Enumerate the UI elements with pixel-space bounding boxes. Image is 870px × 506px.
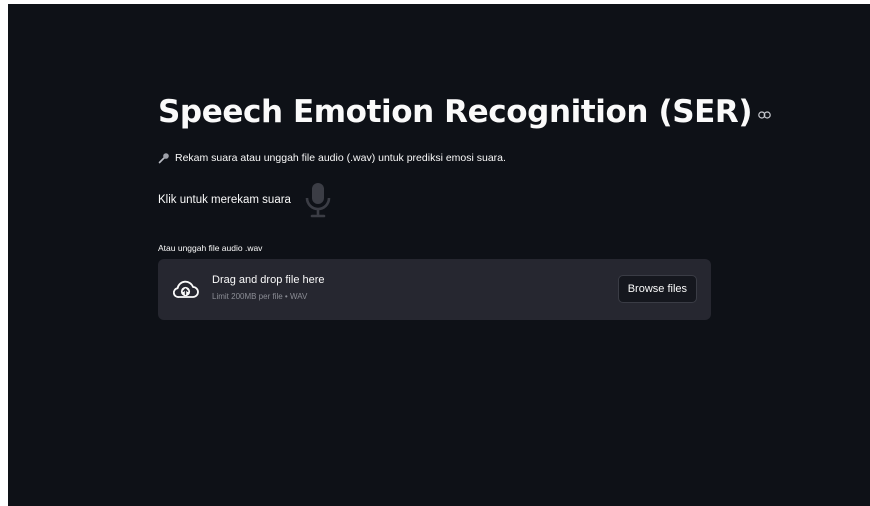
intro-text-row: Rekam suara atau unggah file audio (.wav… [158,152,506,164]
intro-text: Rekam suara atau unggah file audio (.wav… [175,152,506,164]
browse-files-button[interactable]: Browse files [617,275,697,303]
microphone-icon[interactable] [303,180,333,220]
cloud-upload-icon [172,278,199,305]
upload-label: Atau unggah file audio .wav [158,243,263,253]
recorder-row: Klik untuk merekam suara [158,180,333,220]
title-row: Speech Emotion Recognition (SER) [158,94,771,130]
record-label: Klik untuk merekam suara [158,194,291,206]
app-container: Speech Emotion Recognition (SER) Rekam s… [8,4,870,506]
dropzone-title: Drag and drop file here [212,274,325,286]
link-icon[interactable] [758,111,771,119]
file-dropzone[interactable]: Drag and drop file here Limit 200MB per … [158,259,711,320]
page-title: Speech Emotion Recognition (SER) [158,94,753,130]
dropzone-text: Drag and drop file here Limit 200MB per … [212,274,325,301]
dropzone-hint: Limit 200MB per file • WAV [212,292,308,301]
microphone-emoji-icon [158,152,170,164]
